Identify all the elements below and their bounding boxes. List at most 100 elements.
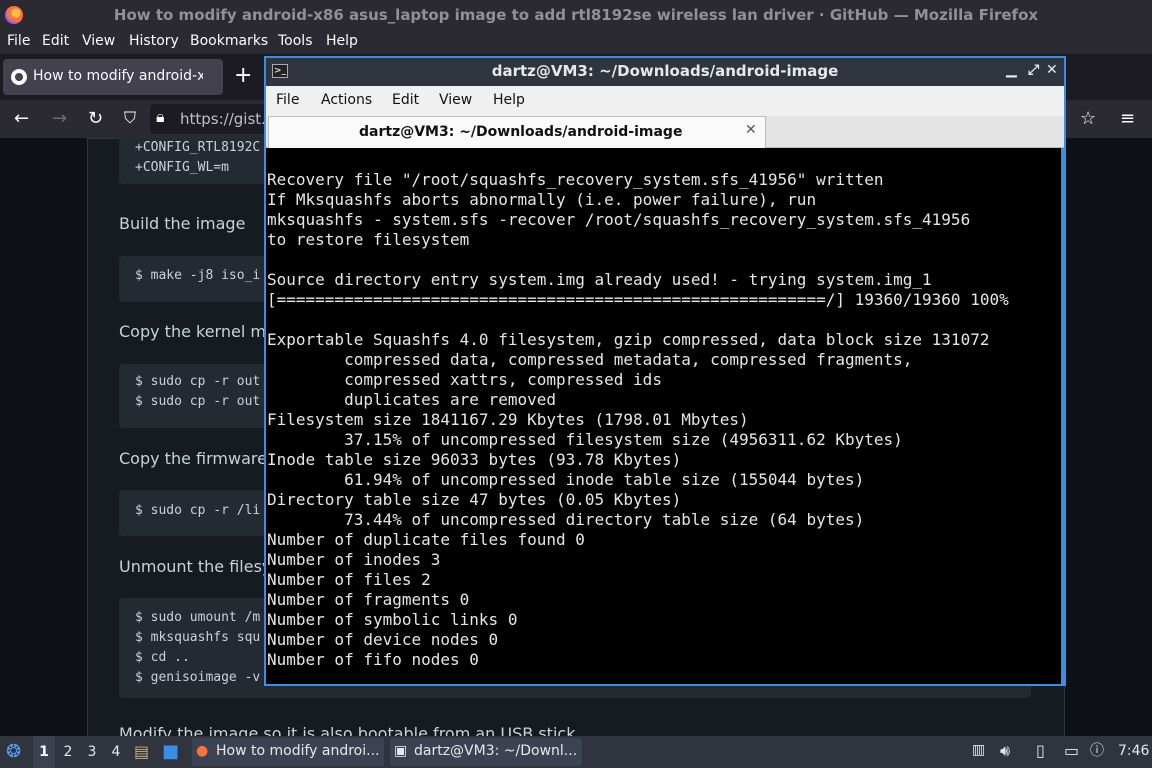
- code-line: +CONFIG_WL=m: [135, 160, 229, 175]
- terminal-line: Number of symbolic links 0: [267, 610, 518, 629]
- code-line: $ sudo umount /m: [135, 610, 261, 625]
- code-line: $ sudo cp -r /li: [135, 503, 261, 518]
- terminal-menu-view[interactable]: View: [439, 92, 472, 108]
- firefox-menu-edit[interactable]: Edit: [42, 33, 69, 49]
- terminal-line: Number of duplicate files found 0: [267, 530, 585, 549]
- copy-kernel-heading: Copy the kernel mod: [119, 322, 286, 341]
- network-icon[interactable]: ▭: [1064, 741, 1079, 760]
- firefox-window-title: How to modify android-x86 asus_laptop im…: [113, 6, 1039, 24]
- workspace-1[interactable]: 1: [33, 736, 55, 768]
- terminal-line: If Mksquashfs aborts abnormally (i.e. po…: [267, 190, 817, 209]
- volume-icon[interactable]: 🔊︎: [1000, 741, 1010, 761]
- terminal-menu-help[interactable]: Help: [493, 92, 525, 108]
- terminal-menubar: File Actions Edit View Help: [266, 86, 1064, 116]
- code-line: +CONFIG_RTL8192C: [135, 140, 261, 155]
- lock-icon[interactable]: 🔒︎: [156, 107, 165, 127]
- back-arrow-icon[interactable]: ←: [14, 108, 29, 129]
- terminal-line: Exportable Squashfs 4.0 filesystem, gzip…: [267, 330, 990, 349]
- terminal-line: Number of fragments 0: [267, 590, 470, 609]
- file-manager-icon[interactable]: ▤: [134, 742, 149, 761]
- terminal-line: Directory table size 47 bytes (0.05 Kbyt…: [267, 490, 682, 509]
- terminal-menu-actions[interactable]: Actions: [321, 92, 372, 108]
- terminal-line: 61.94% of uncompressed inode table size …: [267, 470, 865, 489]
- terminal-menu-file[interactable]: File: [276, 92, 299, 108]
- firefox-tab-active[interactable]: How to modify android-x86: [3, 59, 223, 95]
- taskbar-terminal-label: dartz@VM3: ~/Downl...: [414, 743, 578, 759]
- terminal-window[interactable]: >_ dartz@VM3: ~/Downloads/android-image …: [264, 56, 1066, 686]
- github-icon: [11, 69, 27, 85]
- close-icon[interactable]: ✕: [1046, 62, 1058, 78]
- code-line: $ make -j8 iso_i: [135, 268, 261, 283]
- workspace-4[interactable]: 4: [105, 736, 127, 768]
- firefox-menu-bookmarks[interactable]: Bookmarks: [190, 33, 268, 49]
- taskbar-firefox-label: How to modify androi...: [216, 743, 380, 759]
- terminal-line: 73.44% of uncompressed directory table s…: [267, 510, 865, 529]
- terminal-line: [=======================================…: [267, 290, 1009, 309]
- terminal-line: Number of inodes 3: [267, 550, 441, 569]
- terminal-line: duplicates are removed: [267, 390, 556, 409]
- terminal-titlebar[interactable]: >_ dartz@VM3: ~/Downloads/android-image …: [266, 58, 1064, 86]
- terminal-tabbar: dartz@VM3: ~/Downloads/android-image ✕: [266, 116, 1064, 148]
- terminal-window-title: dartz@VM3: ~/Downloads/android-image: [491, 62, 839, 80]
- terminal-line: Filesystem size 1841167.29 Kbytes (1798.…: [267, 410, 749, 429]
- taskbar: ❂ 1 2 3 4 ▤ ■ ● How to modify androi... …: [0, 736, 1152, 768]
- clock[interactable]: 7:46: [1118, 743, 1149, 759]
- terminal-line: Number of device nodes 0: [267, 630, 499, 649]
- terminal-line: Number of fifo nodes 0: [267, 650, 479, 669]
- minimize-icon[interactable]: ▁: [1006, 62, 1017, 78]
- code-line: $ sudo cp -r out: [135, 374, 261, 389]
- code-line: $ genisoimage -v: [135, 670, 261, 685]
- code-line: $ mksquashfs squ: [135, 630, 261, 645]
- terminal-line: compressed data, compressed metadata, co…: [267, 350, 913, 369]
- code-line: $ cd ..: [135, 650, 190, 665]
- firefox-menu-tools[interactable]: Tools: [278, 33, 313, 49]
- taskbar-terminal[interactable]: ▣ dartz@VM3: ~/Downl...: [390, 738, 582, 766]
- terminal-line: Inode table size 96033 bytes (93.78 Kbyt…: [267, 450, 682, 469]
- terminal-scrollbar[interactable]: [1061, 148, 1064, 684]
- firefox-menu-view[interactable]: View: [82, 33, 115, 49]
- terminal-line: Recovery file "/root/squashfs_recovery_s…: [267, 170, 884, 189]
- terminal-line: mksquashfs - system.sfs -recover /root/s…: [267, 210, 971, 229]
- copy-firmware-heading: Copy the firmware fr: [119, 449, 285, 468]
- tab-close-icon[interactable]: ✕: [745, 122, 757, 138]
- firefox-menubar: File Edit View History Bookmarks Tools H…: [0, 30, 1152, 54]
- firefox-menu-history[interactable]: History: [129, 33, 179, 49]
- terminal-lines: Recovery file "/root/squashfs_recovery_s…: [267, 170, 1009, 670]
- firefox-tab-title: How to modify android-x86: [33, 68, 203, 84]
- terminal-menu-edit[interactable]: Edit: [392, 92, 419, 108]
- terminal-output[interactable]: Recovery file "/root/squashfs_recovery_s…: [266, 148, 1064, 684]
- maximize-icon[interactable]: ⤢: [1028, 62, 1039, 78]
- terminal-line: Number of files 2: [267, 570, 431, 589]
- start-menu-icon[interactable]: ❂: [6, 741, 21, 762]
- terminal-icon: ▣: [394, 743, 408, 759]
- firefox-titlebar: How to modify android-x86 asus_laptop im…: [0, 0, 1152, 30]
- terminal-line: 37.15% of uncompressed filesystem size (…: [267, 430, 903, 449]
- firefox-icon: ●: [196, 743, 209, 759]
- bookmark-star-icon[interactable]: ☆: [1080, 108, 1096, 129]
- clipboard-icon[interactable]: ▥: [972, 742, 985, 758]
- terminal-line: Source directory entry system.img alread…: [267, 270, 932, 289]
- new-tab-plus-icon[interactable]: +: [234, 63, 252, 88]
- unmount-heading: Unmount the filesyst: [119, 557, 286, 576]
- show-desktop-icon[interactable]: ■: [162, 741, 179, 762]
- workspace-3[interactable]: 3: [81, 736, 103, 768]
- workspace-2[interactable]: 2: [57, 736, 79, 768]
- terminal-line: compressed xattrs, compressed ids: [267, 370, 662, 389]
- terminal-tab-active[interactable]: dartz@VM3: ~/Downloads/android-image ✕: [268, 116, 766, 148]
- forward-arrow-icon[interactable]: →: [52, 108, 67, 129]
- firefox-menu-help[interactable]: Help: [326, 33, 358, 49]
- notes-icon[interactable]: ▯: [1036, 741, 1045, 760]
- reload-icon[interactable]: ↻: [88, 108, 103, 129]
- terminal-line: to restore filesystem: [267, 230, 470, 249]
- terminal-tab-title: dartz@VM3: ~/Downloads/android-image: [359, 124, 683, 140]
- tracking-shield-icon[interactable]: ⛉: [124, 108, 136, 128]
- code-line: $ sudo cp -r out: [135, 394, 261, 409]
- notification-icon[interactable]: ⓘ: [1090, 740, 1104, 760]
- firefox-menu-file[interactable]: File: [7, 33, 30, 49]
- taskbar-firefox[interactable]: ● How to modify androi...: [192, 738, 384, 766]
- desktop: How to modify android-x86 asus_laptop im…: [0, 0, 1152, 768]
- build-heading: Build the image: [119, 214, 246, 233]
- hamburger-menu-icon[interactable]: ≡: [1120, 108, 1135, 129]
